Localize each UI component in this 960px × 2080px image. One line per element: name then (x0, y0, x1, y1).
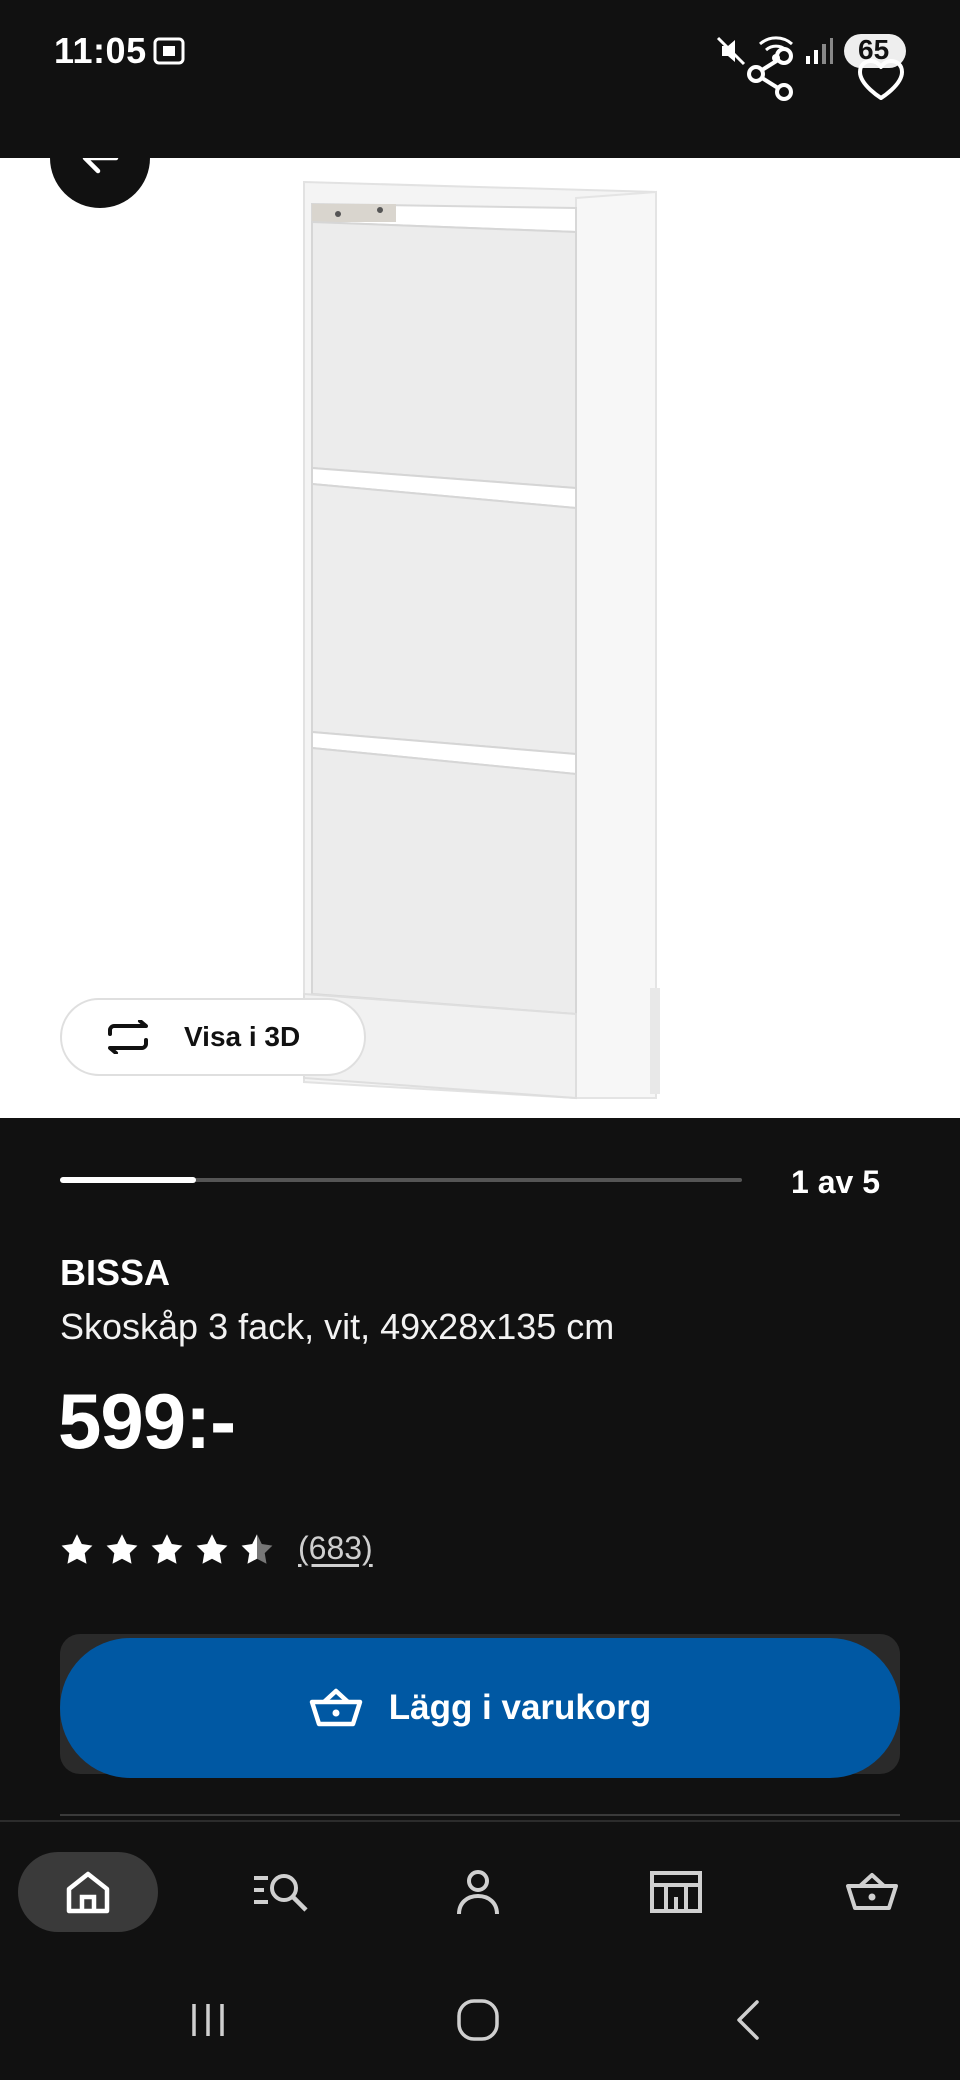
status-time: 11:05 (54, 30, 147, 71)
add-to-cart-label: Lägg i varukorg (388, 1688, 652, 1727)
share-button[interactable] (744, 44, 804, 104)
nav-home[interactable] (18, 1852, 158, 1932)
system-navigation (0, 1960, 960, 2080)
view-3d-label: Visa i 3D (184, 1021, 301, 1052)
rotate-3d-icon (108, 1020, 148, 1054)
star-icon (151, 1533, 183, 1564)
arrow-left-icon (82, 158, 119, 174)
recents-button[interactable] (168, 1980, 248, 2060)
product-image (303, 180, 660, 1100)
gallery-progress-fill (60, 1177, 197, 1183)
product-price: 599:- (58, 1377, 236, 1465)
system-back-button[interactable] (708, 1980, 788, 2060)
product-image-gallery[interactable]: Visa i 3D (0, 158, 960, 1118)
star-icon (106, 1533, 138, 1564)
profile-icon (457, 1870, 499, 1915)
system-home-button[interactable] (438, 1980, 518, 2060)
nav-profile[interactable] (408, 1852, 548, 1932)
star-icon (61, 1533, 93, 1564)
favorite-button[interactable] (856, 58, 916, 118)
store-icon (650, 1871, 702, 1913)
home-icon (66, 1871, 110, 1914)
mute-icon (714, 34, 748, 73)
back-chevron-icon (737, 2000, 759, 2040)
recents-icon (192, 2004, 224, 2036)
gallery-counter: 1 av 5 (791, 1164, 880, 1200)
rating-stars (60, 1533, 274, 1565)
nav-cart[interactable] (802, 1852, 942, 1932)
product-page: 11:05 65 Visa i 3D 1 av 5 BISSA Skoskåp … (0, 0, 960, 2080)
star-icon (241, 1533, 273, 1564)
review-count-link[interactable]: (683) (298, 1530, 373, 1567)
star-icon (196, 1533, 228, 1564)
nav-stores[interactable] (606, 1852, 746, 1932)
screenshot-icon (152, 34, 186, 73)
add-to-cart-button[interactable]: Lägg i varukorg (60, 1638, 900, 1778)
bottom-navigation (0, 1820, 960, 1960)
cart-icon (846, 1873, 898, 1910)
view-3d-button[interactable]: Visa i 3D (60, 998, 366, 1076)
gallery-progress-bar (60, 1177, 742, 1183)
product-brand: BISSA (60, 1252, 171, 1293)
status-bar: 11:05 65 (0, 0, 960, 158)
home-circle-icon (457, 1999, 499, 2041)
basket-icon (309, 1688, 362, 1727)
search-list-icon (254, 1874, 308, 1912)
product-rating[interactable]: (683) (60, 1530, 373, 1567)
signal-icon (804, 36, 834, 71)
product-description: Skoskåp 3 fack, vit, 49x28x135 cm (60, 1306, 615, 1347)
share-icon (747, 47, 793, 101)
heart-icon (858, 59, 904, 100)
section-divider (60, 1814, 900, 1816)
nav-search[interactable] (212, 1852, 352, 1932)
